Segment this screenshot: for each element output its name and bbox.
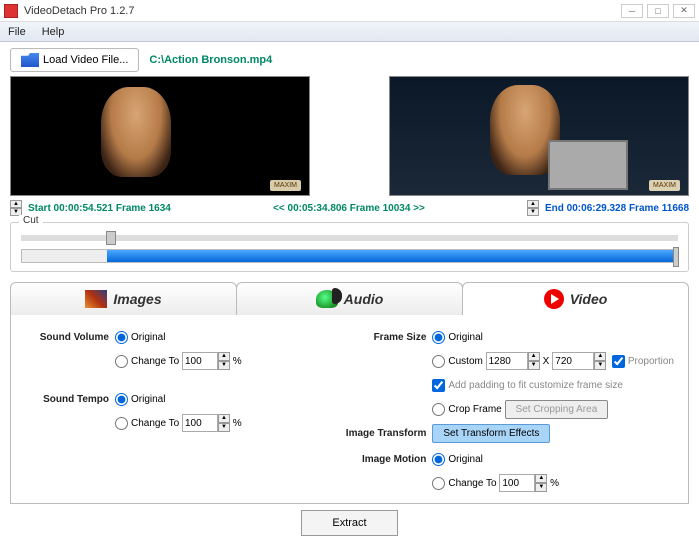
window-buttons: ─ □ ✕ (621, 4, 695, 18)
tabs: Images Audio Video (10, 282, 689, 315)
preview-start[interactable]: MAXIM (10, 76, 310, 196)
audio-icon (316, 290, 338, 308)
preview-end[interactable]: MAXIM (389, 76, 689, 196)
image-motion-change-radio[interactable]: Change To (432, 477, 496, 490)
sound-volume-spinner[interactable]: ▲▼ (218, 352, 230, 370)
unit: % (550, 478, 559, 489)
start-time-label: Start 00:00:54.521 Frame 1634 (28, 203, 171, 214)
tab-video[interactable]: Video (462, 282, 689, 315)
spinner-up-icon[interactable]: ▲ (10, 200, 22, 208)
menubar: File Help (0, 22, 699, 42)
tab-images[interactable]: Images (10, 282, 237, 315)
spinner-down-icon[interactable]: ▼ (527, 208, 539, 216)
current-time-label: << 00:05:34.806 Frame 10034 >> (177, 203, 521, 214)
sound-tempo-input[interactable] (182, 414, 218, 432)
menu-file[interactable]: File (8, 26, 26, 38)
image-motion-input[interactable] (499, 474, 535, 492)
app-title: VideoDetach Pro 1.2.7 (24, 5, 621, 17)
proportion-checkbox[interactable]: Proportion (612, 355, 674, 368)
end-time-label: End 00:06:29.328 Frame 11668 (545, 203, 689, 214)
sound-tempo-original-radio[interactable]: Original (115, 393, 165, 406)
tab-images-label: Images (113, 291, 161, 307)
maximize-button[interactable]: □ (647, 4, 669, 18)
crop-frame-radio[interactable]: Crop Frame (432, 403, 501, 416)
image-motion-original-radio[interactable]: Original (432, 453, 482, 466)
frame-size-label: Frame Size (322, 332, 432, 343)
start-frame-spinner[interactable]: ▲ ▼ (10, 200, 22, 216)
set-cropping-button[interactable]: Set Cropping Area (505, 400, 609, 419)
image-motion-spinner[interactable]: ▲▼ (535, 474, 547, 492)
tab-panel-video: Sound Volume Original Change To ▲▼ % Sou… (10, 315, 689, 504)
sound-tempo-spinner[interactable]: ▲▼ (218, 414, 230, 432)
frame-width-spinner[interactable]: ▲▼ (528, 352, 540, 370)
frame-height-input[interactable] (552, 352, 594, 370)
cut-range-bar[interactable] (21, 249, 678, 263)
file-path: C:\Action Bronson.mp4 (149, 54, 272, 66)
preview-image (101, 87, 171, 177)
sound-tempo-label: Sound Tempo (25, 394, 115, 405)
load-video-label: Load Video File... (43, 54, 128, 66)
tab-audio[interactable]: Audio (236, 282, 463, 315)
sound-volume-change-radio[interactable]: Change To (115, 355, 179, 368)
extract-button[interactable]: Extract (301, 510, 397, 536)
images-icon (85, 290, 107, 308)
padding-checkbox[interactable]: Add padding to fit customize frame size (432, 379, 623, 392)
set-transform-button[interactable]: Set Transform Effects (432, 424, 550, 443)
x-label: X (540, 356, 553, 367)
sound-volume-label: Sound Volume (25, 332, 115, 343)
frame-size-original-radio[interactable]: Original (432, 331, 482, 344)
titlebar: VideoDetach Pro 1.2.7 ─ □ ✕ (0, 0, 699, 22)
close-button[interactable]: ✕ (673, 4, 695, 18)
folder-icon (21, 53, 39, 67)
cut-group: Cut (10, 222, 689, 272)
frame-width-input[interactable] (486, 352, 528, 370)
menu-help[interactable]: Help (42, 26, 65, 38)
sound-volume-input[interactable] (182, 352, 218, 370)
image-transform-label: Image Transform (322, 428, 432, 439)
slider-thumb[interactable] (106, 231, 116, 245)
watermark: MAXIM (649, 180, 680, 191)
app-icon (4, 4, 18, 18)
spinner-up-icon[interactable]: ▲ (527, 200, 539, 208)
image-motion-label: Image Motion (322, 454, 432, 465)
minimize-button[interactable]: ─ (621, 4, 643, 18)
tab-audio-label: Audio (344, 291, 384, 307)
tab-video-label: Video (570, 291, 608, 307)
cut-slider[interactable] (21, 235, 678, 241)
unit: % (233, 356, 242, 367)
cut-range-fill (107, 250, 677, 262)
sound-volume-original-radio[interactable]: Original (115, 331, 165, 344)
watermark: MAXIM (270, 180, 301, 191)
video-icon (544, 289, 564, 309)
frame-size-custom-radio[interactable]: Custom (432, 355, 482, 368)
preview-laptop (548, 140, 628, 190)
range-end-thumb[interactable] (673, 247, 679, 267)
unit: % (233, 418, 242, 429)
frame-height-spinner[interactable]: ▲▼ (594, 352, 606, 370)
sound-tempo-change-radio[interactable]: Change To (115, 417, 179, 430)
load-video-button[interactable]: Load Video File... (10, 48, 139, 72)
end-frame-spinner[interactable]: ▲ ▼ (527, 200, 539, 216)
cut-legend: Cut (19, 215, 43, 226)
